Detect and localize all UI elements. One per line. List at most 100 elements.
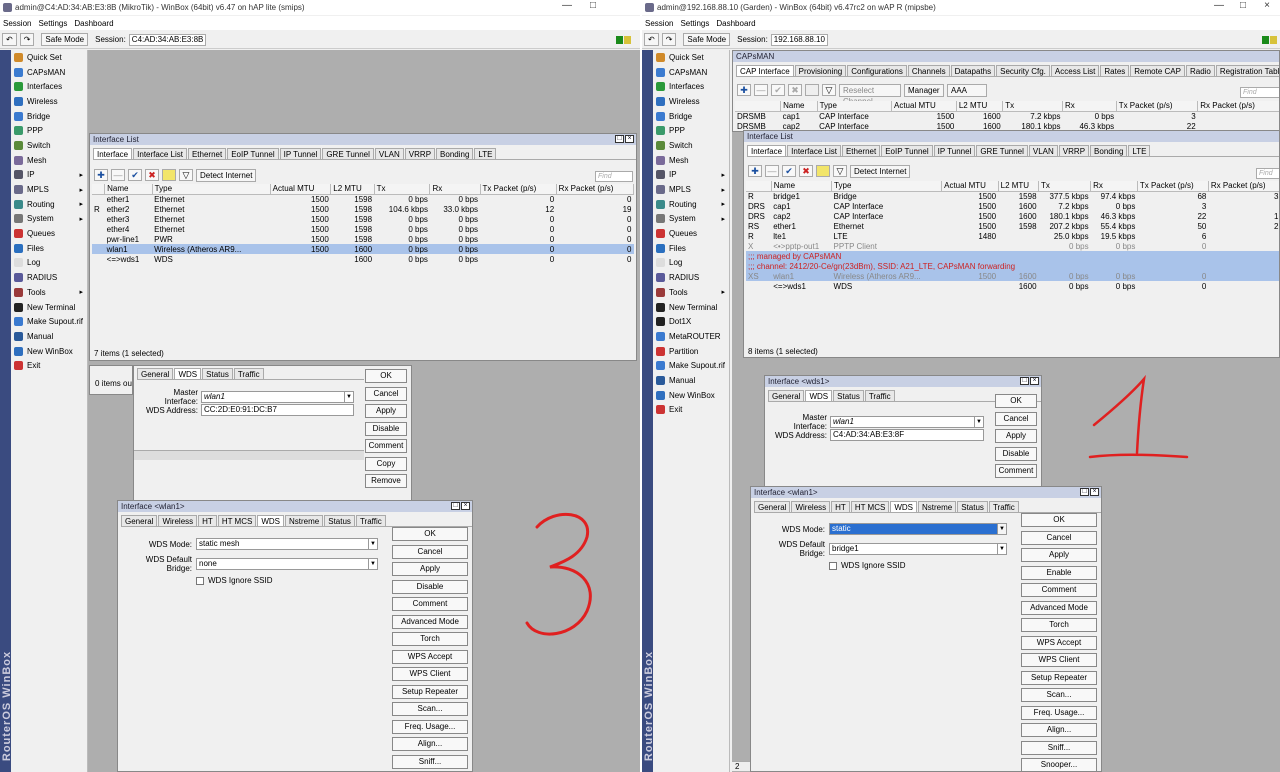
column-header-l2-mtu[interactable]: L2 MTU [956, 101, 1004, 112]
close-icon[interactable]: × [1090, 488, 1099, 496]
sidebar-item-ppp[interactable]: PPP [653, 123, 729, 138]
menu-settings[interactable]: Settings [680, 19, 709, 28]
column-header-tx-packet-p-s[interactable]: Tx Packet (p/s) [480, 184, 557, 195]
enable-button[interactable]: Enable [1021, 565, 1097, 580]
tab-ht-mcs[interactable]: HT MCS [850, 501, 890, 512]
tab-wds[interactable]: WDS [805, 390, 833, 401]
sidebar-item-switch[interactable]: Switch [653, 138, 729, 153]
enable-icon[interactable]: ✔ [128, 169, 142, 181]
disable-icon[interactable]: ✖ [799, 165, 813, 177]
wds-mode-select[interactable]: static mesh ▼ [196, 538, 378, 550]
setup-repeater-button[interactable]: Setup Repeater [1021, 670, 1097, 685]
disable-button[interactable]: Disable [365, 421, 407, 436]
column-header-rx-packet-p-s[interactable]: Rx Packet (p/s) [556, 184, 635, 195]
master-interface-field[interactable]: wlan1 ▼ [201, 391, 354, 403]
tab-eoip-tunnel[interactable]: EoIP Tunnel [227, 148, 279, 159]
wds-address-field[interactable]: CC:2D:E0:91:DC:B7 [201, 404, 354, 416]
sidebar-item-log[interactable]: Log [11, 256, 87, 271]
undo-icon[interactable]: ↶ [2, 33, 17, 46]
wds-default-bridge-select[interactable]: none ▼ [196, 558, 378, 570]
tab-status[interactable]: Status [324, 515, 355, 526]
wds-address-field[interactable]: C4:AD:34:AB:E3:8F [830, 429, 984, 441]
tab-datapaths[interactable]: Datapaths [950, 65, 996, 76]
sidebar-item-mesh[interactable]: Mesh [653, 153, 729, 168]
sidebar-item-quick-set[interactable]: Quick Set [653, 50, 729, 65]
tab-lte[interactable]: LTE [1128, 145, 1151, 156]
table-row[interactable]: ether3 Ethernet 1500 1598 0 bps 0 bps 0 0 [92, 214, 634, 224]
remove-button[interactable]: Remove [365, 474, 407, 488]
detect-internet-button[interactable]: Detect Internet [196, 168, 257, 182]
sidebar-item-new-terminal[interactable]: New Terminal [11, 300, 87, 315]
copy-button[interactable]: Copy [365, 456, 407, 471]
tab-wireless[interactable]: Wireless [158, 515, 198, 526]
align-button[interactable]: Align... [1021, 723, 1097, 737]
tab-ethernet[interactable]: Ethernet [187, 148, 227, 159]
table-row[interactable]: ether4 Ethernet 1500 1598 0 bps 0 bps 0 0 [92, 224, 634, 234]
sidebar-item-bridge[interactable]: Bridge [653, 109, 729, 124]
tab-provisioning[interactable]: Provisioning [794, 65, 847, 76]
tab-general[interactable]: General [121, 515, 158, 526]
session-field[interactable]: 192.168.88.10 [770, 33, 828, 46]
tab-general[interactable]: General [768, 390, 805, 401]
tab-status[interactable]: Status [957, 501, 988, 512]
tab-general[interactable]: General [754, 501, 791, 512]
advanced-mode-button[interactable]: Advanced Mode [392, 614, 468, 629]
column-header-actual-mtu[interactable]: Actual MTU [891, 101, 957, 112]
sidebar-item-new-winbox[interactable]: New WinBox [653, 388, 729, 403]
remove-icon[interactable]: — [754, 84, 768, 96]
sidebar-item-ip[interactable]: IP ▸ [11, 168, 87, 183]
tab-wireless[interactable]: Wireless [791, 501, 831, 512]
menu-settings[interactable]: Settings [38, 19, 67, 28]
close-icon[interactable]: × [1030, 377, 1039, 385]
table-row[interactable]: X <•>pptp-out1 PPTP Client 0 bps 0 bps 0 [746, 241, 1279, 251]
close-icon[interactable]: × [1256, 0, 1278, 11]
sidebar-item-make-supout-rif[interactable]: Make Supout.rif [11, 314, 87, 329]
column-header-rx[interactable]: Rx [1090, 181, 1138, 192]
column-header-rx-packet-p-s[interactable]: Rx Packet (p/s) [1208, 181, 1279, 192]
add-icon[interactable]: ✚ [748, 165, 762, 177]
table-row[interactable]: Rbridge1 Bridge 1500 1598 377.5 kbps 97.4 kbp… [746, 191, 1279, 201]
tab-interface[interactable]: Interface [747, 145, 787, 156]
tab-cap-interface[interactable]: CAP Interface [736, 65, 794, 76]
sidebar-item-metarouter[interactable]: MetaROUTER [653, 329, 729, 344]
wds-ignore-ssid-checkbox[interactable] [196, 576, 204, 585]
column-header-rx[interactable]: Rx [429, 184, 481, 195]
disable-button[interactable]: Disable [392, 579, 468, 594]
column-header-actual-mtu[interactable]: Actual MTU [270, 184, 332, 195]
sidebar-item-dot1x[interactable]: Dot1X [653, 314, 729, 329]
tab-vlan[interactable]: VLAN [374, 148, 404, 159]
cancel-button[interactable]: Cancel [1021, 530, 1097, 545]
sidebar-item-system[interactable]: System ▸ [653, 212, 729, 227]
chevron-down-icon[interactable]: ▼ [368, 559, 377, 569]
column-header-name[interactable]: Name [780, 101, 818, 112]
table-row[interactable]: Rether2 Ethernet 1500 1598 104.6 kbps 33.0 kb… [92, 204, 634, 214]
column-header-flags[interactable] [735, 101, 782, 112]
apply-button[interactable]: Apply [392, 562, 468, 576]
column-header-tx-packet-p-s[interactable]: Tx Packet (p/s) [1137, 181, 1209, 192]
table-row[interactable]: DRS cap1 CAP Interface 1500 1600 7.2 kbps 0 bp… [746, 201, 1279, 211]
add-icon[interactable]: ✚ [94, 169, 108, 181]
chevron-down-icon[interactable]: ▼ [368, 539, 377, 549]
sidebar-item-mpls[interactable]: MPLS ▸ [653, 182, 729, 197]
wds-ignore-ssid-checkbox[interactable] [829, 561, 837, 570]
tab-traffic[interactable]: Traffic [233, 368, 264, 379]
session-field[interactable]: C4:AD:34:AB:E3:8B [128, 33, 207, 46]
filter-icon[interactable]: ▽ [179, 169, 193, 181]
chevron-down-icon[interactable]: ▼ [997, 544, 1006, 554]
chevron-down-icon[interactable]: ▼ [344, 392, 353, 402]
tab-vrrp[interactable]: VRRP [1058, 145, 1090, 156]
tab-radio[interactable]: Radio [1185, 65, 1215, 76]
table-row[interactable]: <=>wds1 WDS 1600 0 bps 0 bps 0 0 [92, 254, 634, 264]
sniff-button[interactable]: Sniff... [392, 754, 468, 769]
comment-button[interactable]: Comment [995, 464, 1037, 478]
sidebar-item-radius[interactable]: RADIUS [11, 270, 87, 285]
tab-wds[interactable]: WDS [257, 515, 285, 526]
comment-button[interactable]: Comment [1021, 583, 1097, 597]
snooper-button[interactable]: Snooper... [1021, 758, 1097, 771]
tab-gre-tunnel[interactable]: GRE Tunnel [322, 148, 374, 159]
maximize-icon[interactable]: □ [582, 0, 604, 11]
sidebar-item-queues[interactable]: Queues [11, 226, 87, 241]
find-input[interactable]: Find [595, 171, 633, 182]
sidebar-item-interfaces[interactable]: Interfaces [11, 79, 87, 94]
sidebar-item-capsman[interactable]: CAPsMAN [653, 65, 729, 80]
